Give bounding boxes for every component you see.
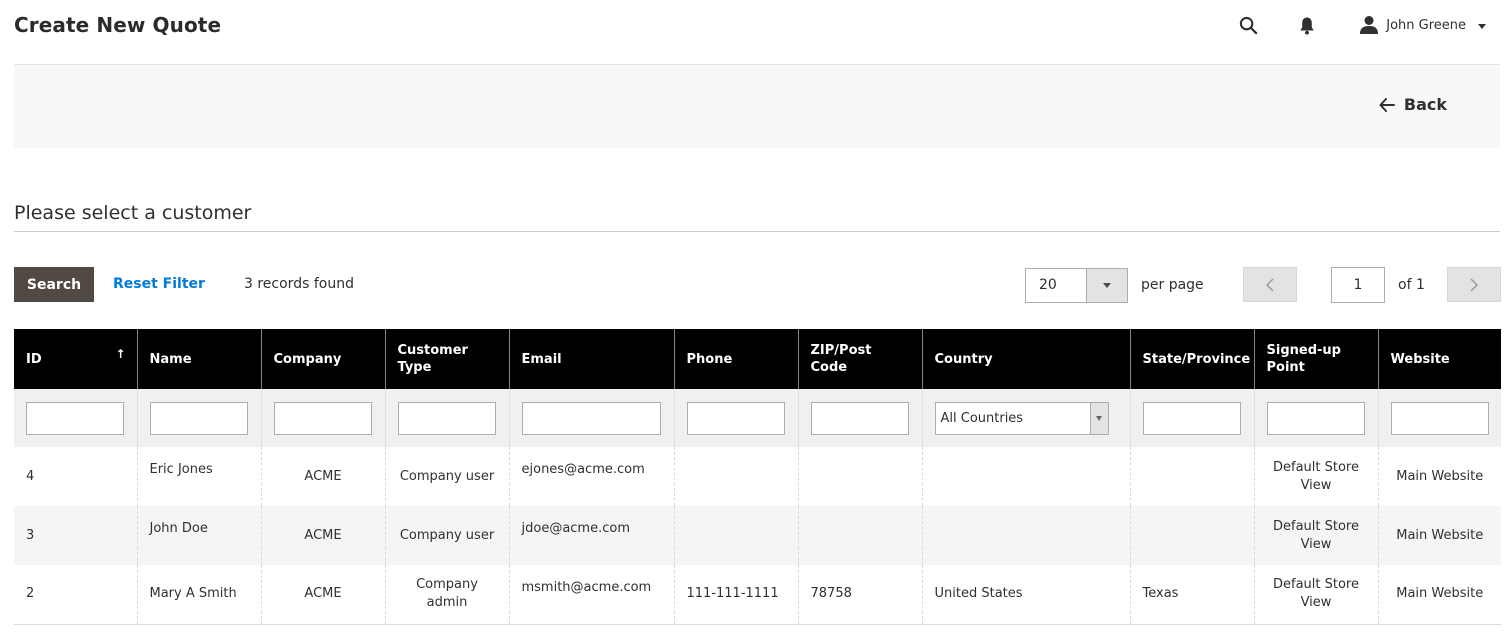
column-header-name[interactable]: Name <box>137 329 262 389</box>
cell-signup-point: Default Store View <box>1254 506 1379 565</box>
cell-customer-type: Company user <box>385 506 510 565</box>
chevron-down-icon <box>1103 283 1111 288</box>
customer-grid: ID ↑ Name Company Customer Type Email Pho… <box>14 329 1501 625</box>
per-page-value: 20 <box>1039 277 1057 293</box>
section-divider <box>14 231 1500 232</box>
search-button[interactable]: Search <box>14 267 94 302</box>
column-header-website[interactable]: Website <box>1378 329 1501 389</box>
cell-company: ACME <box>261 447 386 506</box>
filter-state-input[interactable] <box>1142 401 1241 435</box>
back-button[interactable]: Back <box>1379 95 1447 114</box>
column-header-signup-point[interactable]: Signed-up Point <box>1254 329 1379 389</box>
table-row[interactable]: 3 John Doe ACME Company user jdoe@acme.c… <box>14 506 1501 565</box>
column-header-country[interactable]: Country <box>922 329 1131 389</box>
search-icon[interactable] <box>1237 14 1259 36</box>
total-pages-label: of 1 <box>1398 277 1425 293</box>
cell-website: Main Website <box>1378 447 1501 506</box>
cell-company: ACME <box>261 565 386 625</box>
filter-country-select[interactable]: All Countries <box>934 401 1109 435</box>
cell-email: msmith@acme.com <box>509 565 675 625</box>
chevron-down-icon <box>1096 415 1102 421</box>
cell-state: Texas <box>1130 565 1255 625</box>
cell-country <box>922 506 1131 565</box>
cell-signup-point: Default Store View <box>1254 565 1379 625</box>
filter-email-input[interactable] <box>521 401 661 435</box>
page-title: Create New Quote <box>14 13 222 37</box>
column-header-id[interactable]: ID ↑ <box>14 329 138 389</box>
cell-phone <box>674 506 799 565</box>
filter-signup-point-input[interactable] <box>1266 401 1365 435</box>
column-header-state[interactable]: State/Province <box>1130 329 1255 389</box>
cell-name: John Doe <box>137 506 262 565</box>
cell-signup-point: Default Store View <box>1254 447 1379 506</box>
column-header-phone[interactable]: Phone <box>674 329 799 389</box>
chevron-left-icon <box>1266 277 1274 292</box>
records-count: 3 records found <box>244 276 354 292</box>
notifications-bell-icon[interactable] <box>1296 14 1318 36</box>
column-header-email[interactable]: Email <box>509 329 675 389</box>
grid-header-row: ID ↑ Name Company Customer Type Email Pho… <box>14 329 1501 389</box>
cell-website: Main Website <box>1378 506 1501 565</box>
cell-state <box>1130 506 1255 565</box>
chevron-right-icon <box>1470 277 1478 292</box>
filter-website-input[interactable] <box>1390 401 1489 435</box>
next-page-button[interactable] <box>1447 267 1501 302</box>
cell-email: jdoe@acme.com <box>509 506 675 565</box>
cell-country: United States <box>922 565 1131 625</box>
filter-customer-type-input[interactable] <box>397 401 496 435</box>
chevron-down-icon[interactable] <box>1478 24 1486 29</box>
cell-company: ACME <box>261 506 386 565</box>
per-page-label: per page <box>1141 277 1204 293</box>
filter-name-input[interactable] <box>149 401 248 435</box>
cell-zip <box>798 447 923 506</box>
filter-country-value: All Countries <box>940 410 1024 426</box>
previous-page-button[interactable] <box>1243 267 1297 302</box>
column-header-zip[interactable]: ZIP/Post Code <box>798 329 923 389</box>
page-actions-bar: Back <box>14 65 1500 148</box>
current-page-input[interactable]: 1 <box>1331 267 1385 303</box>
sort-ascending-icon: ↑ <box>115 347 126 361</box>
cell-customer-type: Company admin <box>385 565 510 625</box>
cell-customer-type: Company user <box>385 447 510 506</box>
cell-email: ejones@acme.com <box>509 447 675 506</box>
cell-id: 3 <box>14 506 138 565</box>
arrow-left-icon <box>1379 97 1395 112</box>
filter-company-input[interactable] <box>273 401 372 435</box>
table-row[interactable]: 2 Mary A Smith ACME Company admin msmith… <box>14 565 1501 625</box>
cell-id: 4 <box>14 447 138 506</box>
cell-phone <box>674 447 799 506</box>
user-name[interactable]: John Greene <box>1386 18 1466 33</box>
header-actions: John Greene <box>1237 10 1486 40</box>
table-row[interactable]: 4 Eric Jones ACME Company user ejones@ac… <box>14 447 1501 506</box>
column-header-company[interactable]: Company <box>261 329 386 389</box>
filter-id-input[interactable] <box>26 401 124 435</box>
cell-zip <box>798 506 923 565</box>
filter-zip-input[interactable] <box>810 401 909 435</box>
user-avatar-icon[interactable] <box>1358 14 1380 36</box>
per-page-select[interactable]: 20 <box>1025 268 1128 303</box>
back-button-label: Back <box>1403 95 1447 114</box>
column-header-customer-type[interactable]: Customer Type <box>385 329 510 389</box>
per-page-dropdown-button[interactable] <box>1086 269 1127 302</box>
filter-phone-input[interactable] <box>686 401 785 435</box>
cell-name: Eric Jones <box>137 447 262 506</box>
reset-filter-link[interactable]: Reset Filter <box>113 276 205 292</box>
cell-country <box>922 447 1131 506</box>
cell-id: 2 <box>14 565 138 625</box>
cell-state <box>1130 447 1255 506</box>
cell-phone: 111-111-1111 <box>674 565 799 625</box>
cell-zip: 78758 <box>798 565 923 625</box>
section-title: Please select a customer <box>14 202 252 224</box>
cell-name: Mary A Smith <box>137 565 262 625</box>
filter-row: All Countries <box>14 389 1501 447</box>
cell-website: Main Website <box>1378 565 1501 625</box>
